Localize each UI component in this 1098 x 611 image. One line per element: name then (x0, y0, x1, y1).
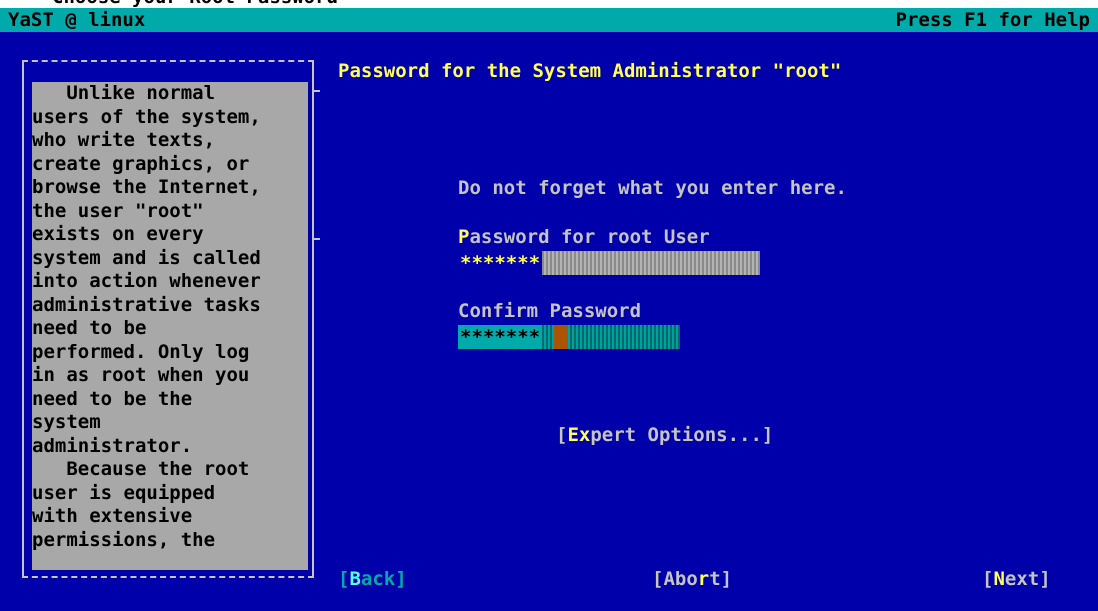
next-hotkey: N (993, 568, 1005, 590)
help-panel[interactable]: Unlike normal users of the system, who w… (32, 82, 308, 570)
expert-pre: [ (556, 424, 568, 446)
abort-hotkey: r (697, 568, 710, 590)
dialog-title: Password for the System Administrator "r… (338, 60, 842, 82)
back-hotkey: B (349, 568, 361, 590)
password-input-value: ******* (458, 251, 543, 275)
abort-post: t] (709, 568, 733, 590)
text-cursor (554, 325, 568, 349)
title-bar: YaST @ linux Press F1 for Help (0, 8, 1098, 32)
confirm-label-text: Confirm Password (458, 300, 642, 322)
password-input[interactable]: ******* (458, 251, 760, 275)
back-post: ack] (360, 568, 407, 590)
password-label-text: assword for root User (469, 226, 710, 248)
password-label-hotkey: P (458, 226, 470, 248)
help-text: Unlike normal users of the system, who w… (32, 82, 261, 551)
next-pre: [ (982, 568, 994, 590)
expert-hotkey: Ex (567, 424, 591, 446)
password-hint: Do not forget what you enter here. (458, 177, 847, 199)
window-title: YaST @ linux (8, 9, 146, 31)
abort-pre: [Abo (652, 568, 698, 590)
top-partial-title: Choose your Root Password (0, 0, 1098, 8)
help-scrollbar[interactable] (312, 90, 320, 240)
back-button[interactable]: [Back] (338, 568, 407, 590)
password-label: Password for root User (458, 226, 710, 248)
confirm-password-label: Confirm Password (458, 300, 641, 322)
next-button[interactable]: [Next] (982, 568, 1051, 590)
back-pre: [ (338, 568, 350, 590)
expert-post: pert Options...] (590, 424, 774, 446)
next-post: ext] (1004, 568, 1051, 590)
confirm-password-input-value: ******* (458, 325, 543, 349)
expert-options-button[interactable]: [Expert Options...] (556, 424, 773, 446)
confirm-password-input[interactable]: ******* (458, 325, 680, 349)
help-hint: Press F1 for Help (895, 9, 1090, 31)
abort-button[interactable]: [Abort] (652, 568, 732, 590)
